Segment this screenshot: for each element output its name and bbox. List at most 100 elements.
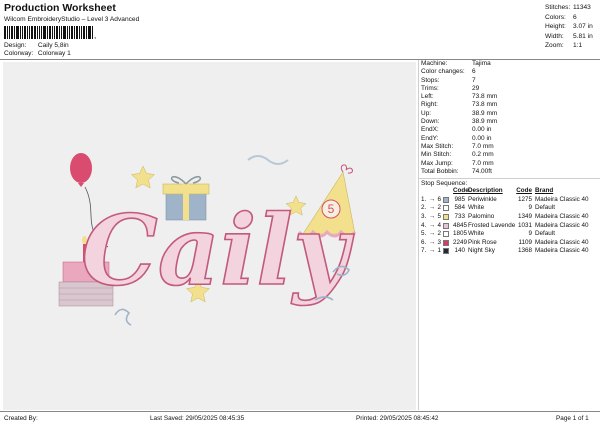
design-preview: 5 Caily (3, 62, 416, 410)
needle-id: 1 (437, 247, 441, 255)
color-swatch (443, 247, 453, 256)
machine-info-label: Machine: (421, 60, 448, 67)
machine-info-label: Max Jump: (421, 159, 453, 167)
design-value: Caily 5,8in (37, 42, 69, 49)
thread-stitches: 1031 (517, 221, 532, 229)
thread-code: 584 (454, 204, 465, 212)
needle-id: 4 (437, 221, 441, 229)
machine-info-value: 0.00 in (472, 134, 492, 142)
stop-sequence-row: 6. → 3 2249 Pink Rose 1109 Madeira Classic 40 (419, 239, 600, 248)
printed-date: Printed: 29/05/2025 08:45:42 (356, 415, 439, 422)
hat-tassel (340, 164, 353, 174)
machine-info-value: 0.00 in (472, 126, 492, 134)
thread-description: Palomino (468, 212, 495, 220)
machine-info-label: Trims: (421, 84, 439, 92)
thread-brand: Madeira Classic 40 (535, 221, 589, 229)
color-swatch (443, 230, 453, 239)
machine-info-row: Color changes: 6 (419, 68, 600, 76)
machine-info-label: EndY: (421, 134, 439, 142)
stop-sequence-row: 1. → 6 985 Periwinkle 1275 Madeira Classic 40 (419, 196, 600, 205)
thread-description: Frosted Lavender (468, 221, 515, 229)
machine-info-label: Color changes: (421, 68, 465, 76)
machine-info-label: Right: (421, 101, 438, 109)
machine-info-row: EndX: 0.00 in (419, 126, 600, 134)
machine-info-row: Max Stitch: 7.0 mm (419, 143, 600, 151)
color-swatch (443, 213, 453, 222)
thread-code: 4845 (453, 221, 468, 229)
software-subtitle: Wilcom EmbroideryStudio – Level 3 Advanc… (4, 16, 140, 23)
thread-brand: Default (535, 230, 555, 238)
thread-stitches: 9 (528, 204, 532, 212)
machine-info-label: Left: (421, 93, 434, 101)
thread-description: White (468, 204, 485, 212)
thread-stitches: 1275 (517, 195, 532, 203)
thread-code: 985 (454, 195, 465, 203)
summary-stitches: Stitches: 11343 (545, 4, 591, 11)
machine-info-label: Stops: (421, 76, 440, 84)
machine-info-value: 74.00ft (472, 167, 492, 175)
machine-info-value: 6 (472, 68, 476, 76)
summary-colors: Colors: 6 (545, 13, 577, 21)
streamer-top (247, 155, 289, 165)
thread-brand: Madeira Classic 40 (535, 247, 589, 255)
thread-brand: Madeira Classic 40 (535, 238, 589, 246)
needle-id: 2 (437, 204, 441, 212)
worksheet-title: Production Worksheet (4, 2, 116, 14)
machine-info-value: 7.0 mm (472, 159, 494, 167)
needle-id: 3 (437, 238, 441, 246)
barcode (4, 26, 96, 39)
summary-zoom: Zoom: 1:1 (545, 42, 583, 50)
design-label: Design: (4, 42, 27, 49)
thread-code: 1805 (453, 230, 468, 238)
stop-sequence-row: 5. → 2 1805 White 9 Default (419, 230, 600, 239)
thread-code: 140 (454, 247, 465, 255)
machine-info-row: EndY: 0.00 in (419, 135, 600, 143)
thread-description: Pink Rose (468, 238, 497, 246)
thread-stitches: 1349 (517, 212, 532, 220)
machine-info-value: 7.0 mm (472, 142, 494, 150)
machine-info-row: Right: 73.8 mm (419, 101, 600, 109)
balloon (70, 153, 92, 183)
thread-code: 733 (454, 212, 465, 220)
stop-number: 5. (421, 230, 427, 238)
summary-stats: Stitches: 11343 Colors: 6 Height: 3.07 in W… (545, 3, 593, 51)
machine-info-value: 73.8 mm (472, 101, 498, 109)
colorway-label: Colorway: (4, 50, 34, 57)
header-description: Description (468, 187, 503, 195)
color-swatch (443, 239, 453, 248)
page-number: Page 1 of 1 (556, 415, 589, 422)
machine-info-label: Down: (421, 118, 440, 126)
stop-sequence-row: 4. → 4 4845 Frosted Lavender 1031 Madeira Clas… (419, 222, 600, 231)
stop-sequence-row: 2. → 2 584 White 9 Default (419, 204, 600, 213)
worksheet-footer: Created By: Last Saved: 29/05/2025 08:45… (0, 411, 600, 424)
thread-stitches: 9 (528, 230, 532, 238)
machine-info-value: 38.9 mm (472, 118, 498, 126)
stop-number: 2. (421, 204, 427, 212)
stop-sequence-header: Code Description Code Brand (419, 187, 600, 196)
machine-info-row: Machine: Tajima (419, 60, 600, 68)
thread-stitches: 1109 (518, 238, 532, 246)
machine-info-label: Total Bobbin: (421, 167, 459, 175)
machine-info-value: 29 (472, 84, 480, 92)
star-top-left (130, 165, 156, 189)
colorway-row: Colorway: Colorway 1 (4, 50, 71, 57)
machine-info-label: Min Stitch: (421, 151, 452, 159)
machine-info-row: Trims: 29 (419, 85, 600, 93)
machine-info-row: Up: 38.9 mm (419, 110, 600, 118)
machine-info-row: Min Stitch: 0.2 mm (419, 151, 600, 159)
last-saved: Last Saved: 29/05/2025 08:45:35 (150, 415, 245, 422)
stop-number: 4. (421, 221, 427, 229)
created-by: Created By: (4, 415, 38, 422)
machine-info-value: 7 (472, 76, 476, 84)
header-code-2: Code (516, 187, 532, 195)
machine-info-row: Total Bobbin: 74.00ft (419, 168, 600, 176)
thread-brand: Madeira Classic 40 (535, 195, 589, 203)
machine-info-row: Stops: 7 (419, 77, 600, 85)
stop-sequence-title: Stop Sequence: (419, 178, 600, 187)
color-swatch (443, 204, 453, 213)
barcode-trailing: , (94, 31, 97, 40)
stop-sequence-row: 7. → 1 140 Night Sky 1368 Madeira Classic 40 (419, 247, 600, 256)
machine-info-value: Tajima (472, 60, 491, 67)
streamer-bottom-left (114, 308, 132, 326)
design-row: Design: Caily 5,8in (4, 42, 69, 49)
